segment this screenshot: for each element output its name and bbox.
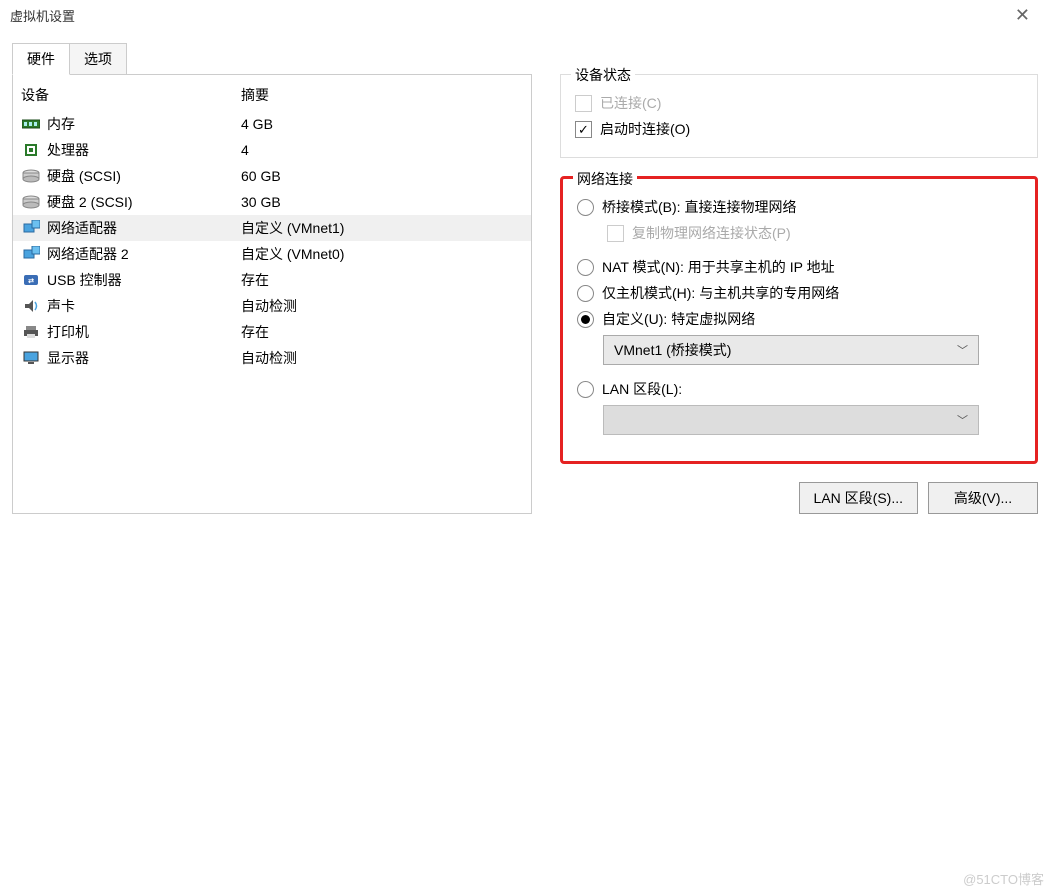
nat-label[interactable]: NAT 模式(N): 用于共享主机的 IP 地址 [602,257,835,277]
lan-segments-button[interactable]: LAN 区段(S)... [799,482,918,514]
usb-icon: ⇄ [21,271,41,289]
device-summary: 存在 [241,322,523,342]
device-name: 处理器 [47,140,89,160]
device-status-legend: 设备状态 [571,65,635,85]
lansegment-radio[interactable] [577,381,594,398]
device-table-header: 设备 摘要 [13,83,531,111]
device-summary: 自动检测 [241,348,523,368]
connected-label: 已连接(C) [600,93,661,113]
device-summary: 30 GB [241,194,523,210]
device-name: 硬盘 2 (SCSI) [47,192,133,212]
lansegment-label[interactable]: LAN 区段(L): [602,379,682,399]
chevron-down-icon: ﹀ [957,342,968,358]
hostonly-label[interactable]: 仅主机模式(H): 与主机共享的专用网络 [602,283,839,303]
device-name: 打印机 [47,322,89,342]
device-row[interactable]: ⇄ USB 控制器 存在 [13,267,531,293]
device-summary: 4 [241,142,523,158]
device-row[interactable]: 硬盘 (SCSI) 60 GB [13,163,531,189]
device-name: USB 控制器 [47,270,122,290]
lansegment-select: ﹀ [603,405,979,435]
nat-radio[interactable] [577,259,594,276]
device-name: 显示器 [47,348,89,368]
display-icon [21,349,41,367]
sound-icon [21,297,41,315]
nic-icon [21,245,41,263]
chevron-down-icon: ﹀ [957,412,968,428]
custom-label[interactable]: 自定义(U): 特定虚拟网络 [602,309,755,329]
device-summary: 4 GB [241,116,523,132]
device-row[interactable]: 打印机 存在 [13,319,531,345]
device-row[interactable]: 网络适配器 2 自定义 (VMnet0) [13,241,531,267]
device-row[interactable]: 硬盘 2 (SCSI) 30 GB [13,189,531,215]
bridged-label[interactable]: 桥接模式(B): 直接连接物理网络 [602,197,796,217]
device-row[interactable]: 网络适配器 自定义 (VMnet1) [13,215,531,241]
tabs: 硬件 选项 [0,35,1050,75]
custom-radio[interactable] [577,311,594,328]
svg-text:⇄: ⇄ [28,277,34,285]
cpu-icon [21,141,41,159]
device-summary: 存在 [241,270,523,290]
device-name: 网络适配器 2 [47,244,129,264]
device-name: 声卡 [47,296,75,316]
device-list-panel: 设备 摘要 内存 4 GB 处理器 4 硬盘 (SCSI) 60 GB 硬盘 2 (SCSI… [12,74,532,514]
window-title: 虚拟机设置 [10,6,75,25]
network-connection-group: 网络连接 桥接模式(B): 直接连接物理网络 复制物理网络连接状态(P) NAT… [560,176,1038,464]
device-name: 内存 [47,114,75,134]
tab-hardware[interactable]: 硬件 [12,43,70,75]
watermark: @51CTO博客 [963,869,1044,888]
tab-options[interactable]: 选项 [69,43,127,75]
col-header-summary: 摘要 [241,85,523,105]
replicate-checkbox [607,225,624,242]
connect-at-poweron-label[interactable]: 启动时连接(O) [600,119,690,139]
device-name: 网络适配器 [47,218,117,238]
col-header-device: 设备 [21,85,241,105]
hostonly-radio[interactable] [577,285,594,302]
memory-icon [21,115,41,133]
device-summary: 60 GB [241,168,523,184]
device-row[interactable]: 显示器 自动检测 [13,345,531,371]
advanced-button[interactable]: 高级(V)... [928,482,1038,514]
device-summary: 自定义 (VMnet0) [241,244,523,264]
device-status-group: 设备状态 已连接(C) 启动时连接(O) [560,74,1038,158]
connect-at-poweron-checkbox[interactable] [575,121,592,138]
device-row[interactable]: 声卡 自动检测 [13,293,531,319]
printer-icon [21,323,41,341]
disk-icon [21,193,41,211]
nic-icon [21,219,41,237]
close-icon[interactable]: ✕ [1005,5,1040,26]
bridged-radio[interactable] [577,199,594,216]
settings-panel: 设备状态 已连接(C) 启动时连接(O) 网络连接 桥接模式(B): 直接连接物… [532,74,1038,514]
custom-vmnet-value: VMnet1 (桥接模式) [614,340,731,360]
network-connection-legend: 网络连接 [573,169,637,189]
connected-checkbox [575,95,592,112]
custom-vmnet-select[interactable]: VMnet1 (桥接模式) ﹀ [603,335,979,365]
device-summary: 自定义 (VMnet1) [241,218,523,238]
device-row[interactable]: 处理器 4 [13,137,531,163]
replicate-label: 复制物理网络连接状态(P) [632,223,791,243]
device-name: 硬盘 (SCSI) [47,166,121,186]
device-row[interactable]: 内存 4 GB [13,111,531,137]
device-summary: 自动检测 [241,296,523,316]
disk-icon [21,167,41,185]
